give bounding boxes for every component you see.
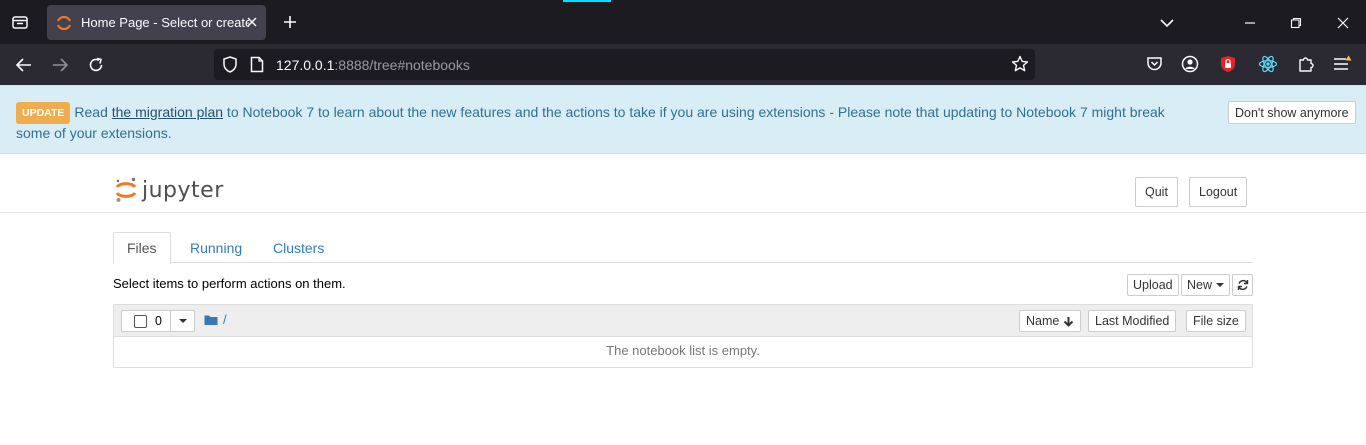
forward-arrow-icon[interactable] bbox=[47, 52, 73, 78]
react-devtools-icon[interactable] bbox=[1257, 53, 1279, 75]
folder-icon[interactable] bbox=[204, 314, 218, 326]
notebook-list-header: 0 / Name Last Modified File size bbox=[114, 305, 1252, 337]
refresh-list-button[interactable] bbox=[1232, 274, 1253, 296]
breadcrumb: / bbox=[204, 312, 227, 327]
tab-files[interactable]: Files bbox=[113, 232, 171, 264]
select-caret-icon bbox=[178, 319, 187, 323]
breadcrumb-root[interactable]: / bbox=[223, 312, 227, 327]
tab-running[interactable]: Running bbox=[177, 232, 255, 263]
close-tab-icon[interactable] bbox=[244, 14, 260, 30]
url-bar[interactable]: 127.0.0.1:8888/tree#notebooks bbox=[214, 49, 1035, 80]
restore-window-icon[interactable] bbox=[1285, 12, 1307, 34]
browser-tab-active[interactable]: Home Page - Select or create a notebook bbox=[47, 5, 266, 40]
logout-button[interactable]: Logout bbox=[1189, 177, 1248, 207]
empty-list-message: The notebook list is empty. bbox=[606, 343, 760, 358]
account-icon[interactable] bbox=[1179, 53, 1201, 75]
browser-nav-bar: 127.0.0.1:8888/tree#notebooks bbox=[0, 44, 1366, 85]
migration-plan-link[interactable]: the migration plan bbox=[112, 104, 223, 120]
url-host: 127.0.0.1 bbox=[276, 57, 335, 73]
select-all-group: 0 bbox=[121, 310, 195, 332]
ublock-icon[interactable] bbox=[1217, 53, 1239, 75]
new-caret-icon bbox=[1216, 283, 1225, 287]
name-column-label: Name bbox=[1026, 314, 1060, 328]
url-path: :8888/tree#notebooks bbox=[334, 57, 470, 73]
sort-by-last-modified-button[interactable]: Last Modified bbox=[1088, 310, 1177, 332]
new-tab-plus-icon[interactable] bbox=[279, 11, 301, 33]
url-text: 127.0.0.1:8888/tree#notebooks bbox=[276, 57, 470, 73]
update-message: UPDATE Read the migration plan to Noteboo… bbox=[16, 102, 1196, 142]
update-text-before: Read bbox=[74, 104, 112, 120]
tab-list-icon[interactable] bbox=[8, 10, 32, 34]
notebook-list: 0 / Name Last Modified File size The not… bbox=[113, 304, 1253, 368]
sort-by-file-size-button[interactable]: File size bbox=[1186, 310, 1246, 332]
reload-icon[interactable] bbox=[83, 52, 109, 78]
dont-show-anymore-button[interactable]: Don't show anymore bbox=[1228, 101, 1356, 124]
tab-bar-accent bbox=[563, 0, 611, 2]
selected-count: 0 bbox=[155, 314, 162, 328]
jupyter-logo[interactable]: jupyter bbox=[114, 176, 224, 204]
new-button-label: New bbox=[1187, 278, 1213, 292]
list-all-tabs-chevron-icon[interactable] bbox=[1156, 12, 1178, 34]
back-arrow-icon[interactable] bbox=[11, 52, 37, 78]
close-window-icon[interactable] bbox=[1332, 12, 1354, 34]
update-badge: UPDATE bbox=[16, 102, 71, 124]
jupyter-header: jupyter Quit Logout bbox=[0, 154, 1366, 213]
tab-clusters[interactable]: Clusters bbox=[260, 232, 337, 263]
page-info-icon[interactable] bbox=[250, 56, 264, 78]
tracking-shield-icon[interactable] bbox=[222, 56, 238, 78]
minimize-window-icon[interactable] bbox=[1239, 12, 1261, 34]
sort-by-name-button[interactable]: Name bbox=[1019, 310, 1082, 332]
jupyter-favicon-icon bbox=[56, 15, 72, 30]
browser-tab-bar: Home Page - Select or create a notebook bbox=[0, 0, 1366, 44]
refresh-icon bbox=[1237, 279, 1248, 291]
pocket-icon[interactable] bbox=[1143, 53, 1165, 75]
tab-title: Home Page - Select or create a notebook bbox=[81, 15, 249, 30]
select-dropdown-button[interactable] bbox=[171, 310, 195, 332]
quit-button[interactable]: Quit bbox=[1135, 177, 1178, 207]
extensions-puzzle-icon[interactable] bbox=[1295, 53, 1317, 75]
dashboard-tabs: Files Running Clusters bbox=[113, 232, 1253, 264]
upload-button[interactable]: Upload bbox=[1127, 274, 1179, 296]
bookmark-star-icon[interactable] bbox=[1011, 55, 1029, 78]
jupyter-wordmark: jupyter bbox=[142, 177, 224, 203]
checkbox-icon bbox=[134, 314, 147, 328]
new-dropdown-button[interactable]: New bbox=[1181, 274, 1231, 296]
hamburger-menu-icon[interactable] bbox=[1331, 53, 1353, 75]
update-banner: UPDATE Read the migration plan to Noteboo… bbox=[0, 85, 1366, 154]
select-all-checkbox[interactable]: 0 bbox=[121, 310, 171, 332]
arrow-down-icon bbox=[1064, 316, 1074, 327]
selection-hint: Select items to perform actions on them. bbox=[113, 276, 346, 291]
jupyter-logo-icon bbox=[115, 177, 137, 202]
